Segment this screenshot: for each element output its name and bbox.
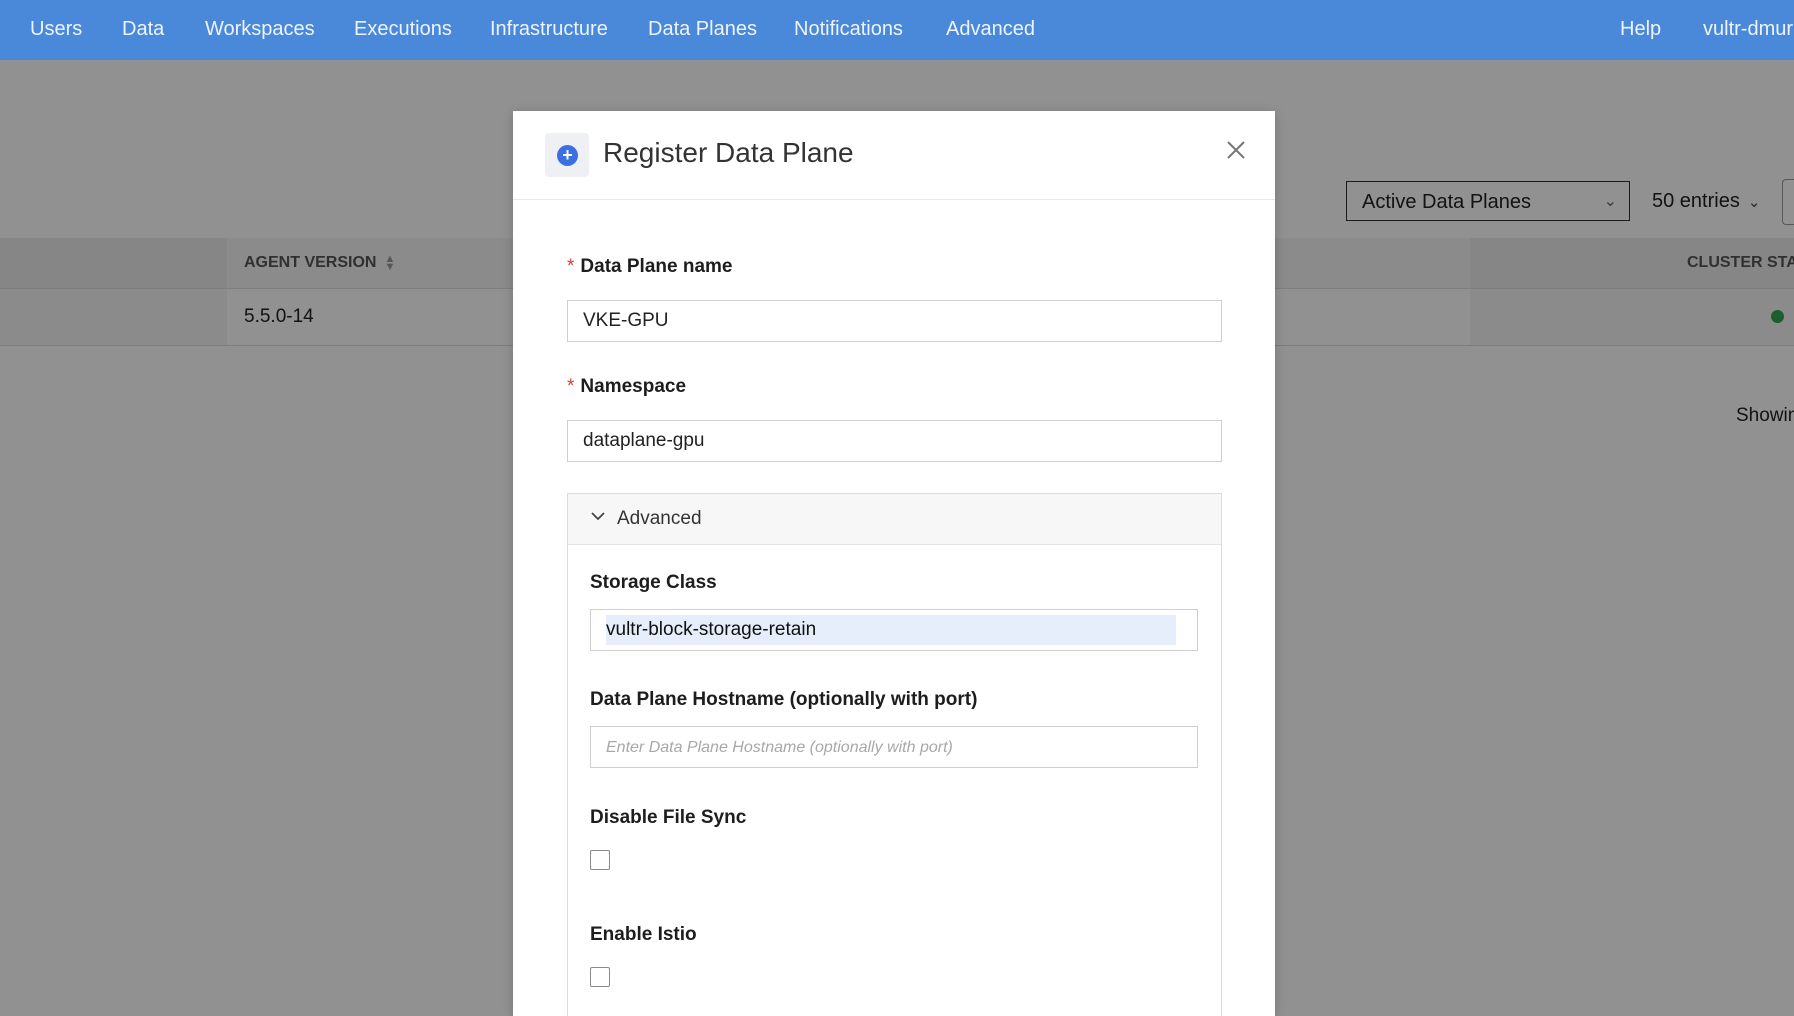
add-icon: + [545,133,589,177]
nav-item-infrastructure[interactable]: Infrastructure [490,0,608,60]
namespace-input[interactable] [567,420,1222,462]
nav-item-workspaces[interactable]: Workspaces [205,0,315,60]
data-plane-name-input[interactable] [567,300,1222,342]
nav-item-notifications[interactable]: Notifications [794,0,903,60]
nav-item-users[interactable]: Users [30,0,82,60]
nav-user-menu[interactable]: vultr-dmurr [1703,0,1794,60]
required-asterisk: * [567,376,575,397]
close-icon[interactable] [1223,137,1249,163]
advanced-section: Advanced Storage Class vultr-block-stora… [567,493,1222,1016]
nav-item-executions[interactable]: Executions [354,0,452,60]
top-navigation-bar: Users Data Workspaces Executions Infrast… [0,0,1794,60]
nav-item-data[interactable]: Data [122,0,164,60]
dialog-header: + Register Data Plane [513,111,1275,200]
namespace-label: * Namespace [567,376,687,397]
enable-istio-label: Enable Istio [590,924,697,945]
register-data-plane-dialog: + Register Data Plane *Data Plane name *… [513,111,1275,1016]
chevron-down-icon [591,512,605,521]
data-plane-name-label: * Data Plane name [567,256,733,277]
advanced-toggle[interactable]: Advanced [568,494,1221,545]
storage-class-label: Storage Class [590,572,717,593]
enable-istio-checkbox[interactable] [590,967,610,987]
advanced-label: Advanced [617,508,702,529]
disable-file-sync-label: Disable File Sync [590,807,747,828]
hostname-input[interactable] [590,726,1198,768]
hostname-label: Data Plane Hostname (optionally with por… [590,689,978,710]
storage-class-value: vultr-block-storage-retain [606,615,1176,645]
dialog-title: Register Data Plane [603,137,854,168]
nav-item-data-planes[interactable]: Data Planes [648,0,757,60]
nav-help-link[interactable]: Help [1620,0,1661,60]
required-asterisk: * [567,256,575,277]
disable-file-sync-checkbox[interactable] [590,850,610,870]
storage-class-input[interactable]: vultr-block-storage-retain [590,609,1198,651]
nav-item-advanced[interactable]: Advanced [946,0,1035,60]
